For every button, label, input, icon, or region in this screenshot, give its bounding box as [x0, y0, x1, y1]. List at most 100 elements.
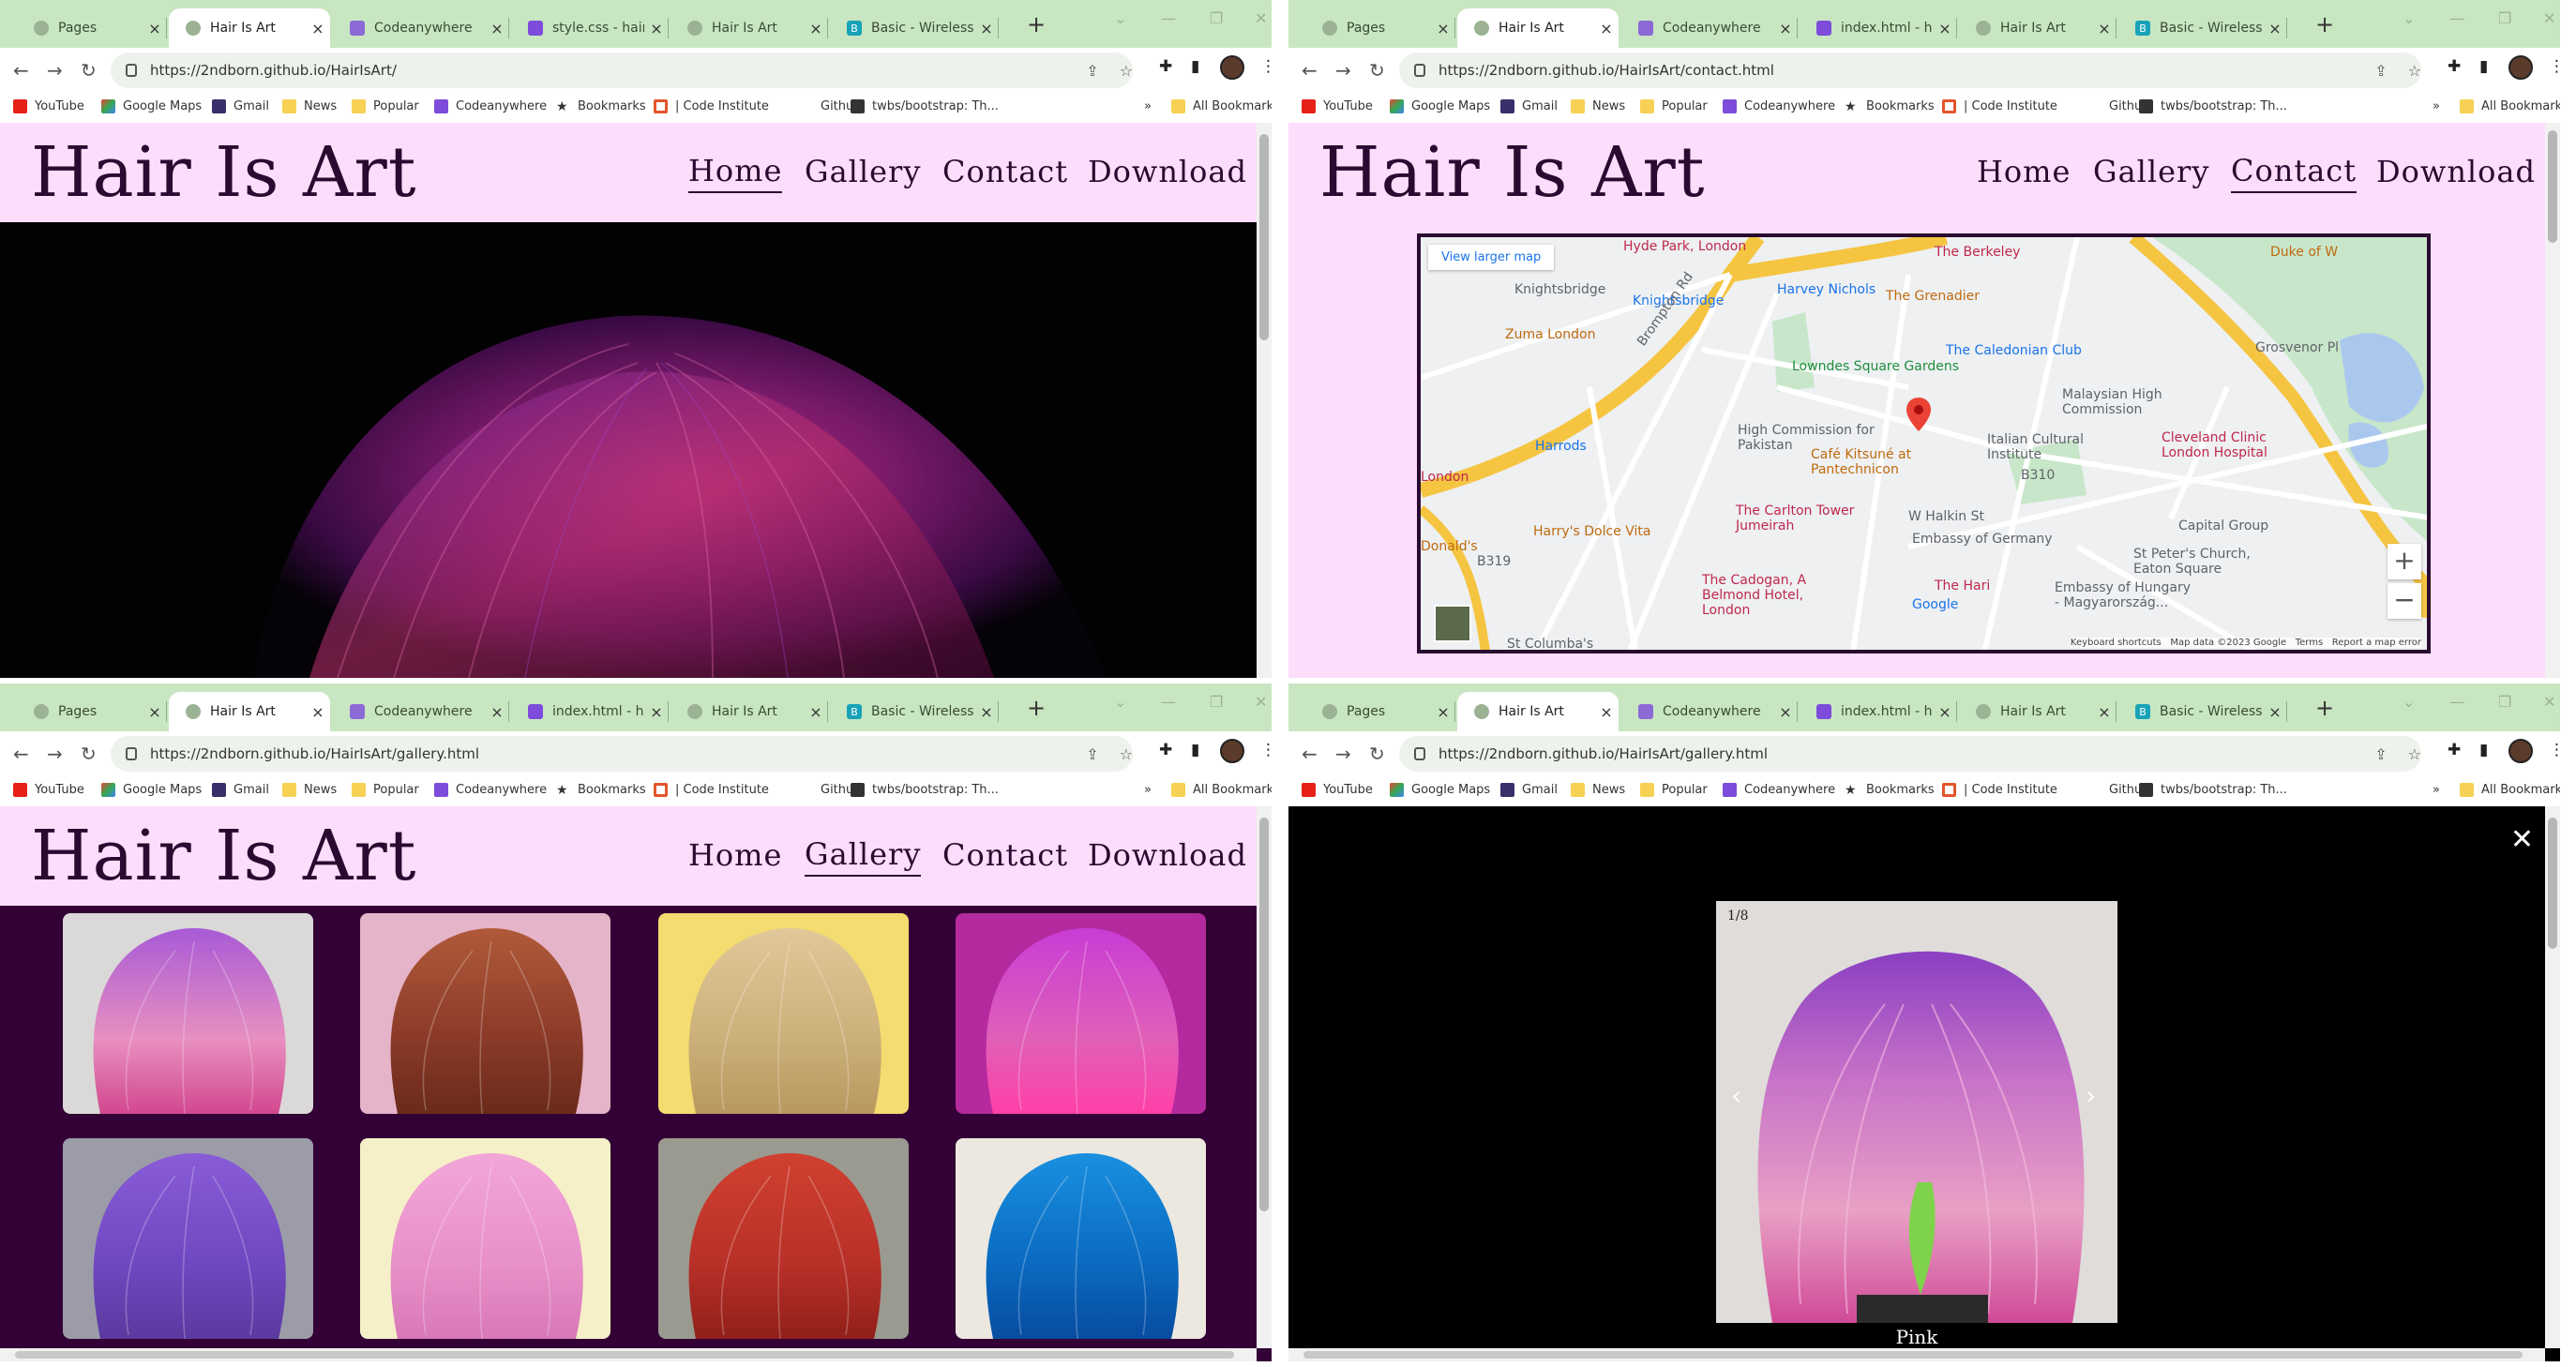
scrollbar-thumb[interactable] — [15, 1351, 1234, 1359]
minimize-icon[interactable]: — — [1161, 9, 1176, 27]
bookmark-item[interactable]: Popular — [352, 99, 419, 113]
zoom-in-button[interactable]: + — [2388, 544, 2421, 579]
map-marker-icon[interactable] — [1906, 398, 1931, 431]
browser-tab[interactable]: index.html - hair-i...× — [1800, 8, 1957, 48]
bookmark-item[interactable]: | Code Institute — [654, 783, 769, 797]
bookmark-item[interactable]: News — [282, 783, 337, 797]
bookmark-item[interactable]: Gmail — [1500, 783, 1558, 797]
close-tab-icon[interactable]: × — [804, 20, 828, 38]
profile-avatar[interactable] — [1220, 739, 1244, 763]
close-tab-icon[interactable]: × — [974, 20, 999, 38]
bookmark-item[interactable]: News — [282, 99, 337, 113]
profile-avatar[interactable] — [2508, 55, 2533, 80]
close-tab-icon[interactable]: × — [644, 20, 669, 38]
bookmark-item[interactable]: Google Maps — [101, 783, 202, 797]
bookmark-item[interactable]: YouTube — [13, 783, 84, 797]
bookmark-star-icon[interactable]: ☆ — [2408, 745, 2421, 763]
close-tab-icon[interactable]: × — [804, 703, 828, 721]
close-tab-icon[interactable]: × — [143, 20, 167, 38]
report-map-error-link[interactable]: Report a map error — [2332, 638, 2421, 648]
bookmark-item[interactable]: Codeanywhere — [1723, 99, 1835, 113]
more-bookmarks-icon[interactable]: » — [2433, 99, 2440, 113]
share-icon[interactable]: ⇪ — [1086, 745, 1098, 763]
browser-tab[interactable]: Codeanywhere × — [1621, 692, 1798, 731]
minimize-icon[interactable]: — — [2449, 9, 2464, 27]
nav-link-contact[interactable]: Contact — [2231, 123, 2358, 222]
browser-tab[interactable]: Codeanywhere × — [333, 8, 509, 48]
forward-icon[interactable]: → — [47, 743, 63, 765]
browser-tab[interactable]: Codeanywhere × — [333, 692, 509, 731]
bookmark-item[interactable]: Google Maps — [1390, 783, 1490, 797]
gallery-thumbnail[interactable] — [360, 1138, 610, 1339]
restore-icon[interactable]: ❐ — [1210, 9, 1223, 27]
close-tab-icon[interactable]: × — [306, 703, 330, 721]
bookmark-item[interactable]: Popular — [1640, 783, 1708, 797]
bookmark-item[interactable]: YouTube — [1302, 783, 1373, 797]
extensions-icon[interactable]: ✚ — [1159, 741, 1172, 759]
gallery-thumbnail[interactable] — [63, 913, 313, 1114]
gallery-thumbnail[interactable] — [658, 913, 909, 1114]
site-logo[interactable]: Hair Is Art — [31, 806, 417, 906]
bookmark-item[interactable]: | Code Institute — [1942, 99, 2057, 113]
bookmark-item[interactable]: Google Maps — [101, 99, 202, 113]
bookmark-item[interactable]: YouTube — [1302, 99, 1373, 113]
close-tab-icon[interactable]: × — [1431, 703, 1455, 721]
bookmark-item[interactable]: Codeanywhere — [434, 99, 547, 113]
bookmark-item[interactable]: All Bookmarks — [2460, 783, 2560, 797]
sidepanel-icon[interactable]: ▮ — [2479, 741, 2488, 759]
close-icon[interactable]: ✕ — [2510, 823, 2534, 856]
browser-tab[interactable]: Pages × — [1305, 692, 1455, 731]
nav-link-gallery[interactable]: Gallery — [805, 123, 921, 222]
browser-tab[interactable]: Hair Is Art × — [169, 8, 330, 48]
close-tab-icon[interactable]: × — [2092, 703, 2117, 721]
sidepanel-icon[interactable]: ▮ — [2479, 57, 2488, 76]
nav-link-download[interactable]: Download — [1088, 123, 1247, 222]
bookmark-star-icon[interactable]: ☆ — [2408, 62, 2421, 80]
browser-tab[interactable]: Hair Is Art × — [670, 8, 828, 48]
browser-tab[interactable]: Pages × — [17, 8, 167, 48]
more-bookmarks-icon[interactable]: » — [2433, 783, 2440, 797]
close-tab-icon[interactable]: × — [143, 703, 167, 721]
browser-tab[interactable]: Hair Is Art × — [1959, 8, 2117, 48]
bookmark-item[interactable]: twbs/bootstrap: Th... — [2139, 99, 2287, 113]
close-tab-icon[interactable]: × — [1594, 703, 1619, 721]
bookmark-item[interactable]: All Bookmarks — [2460, 99, 2560, 113]
site-logo[interactable]: Hair Is Art — [1319, 123, 1706, 222]
browser-tab[interactable]: B Basic - Wireless × — [2118, 692, 2287, 731]
bookmark-item[interactable]: Gmail — [1500, 99, 1558, 113]
bookmark-star-icon[interactable]: ☆ — [1120, 62, 1133, 80]
google-map[interactable]: View larger map Hyde Park, London The Ber… — [1417, 233, 2431, 653]
url-text[interactable]: https://2ndborn.github.io/HairIsArt/gall… — [1439, 745, 2354, 762]
nav-link-home[interactable]: Home — [1977, 123, 2071, 222]
bookmark-star-icon[interactable]: ☆ — [1120, 745, 1133, 763]
share-icon[interactable]: ⇪ — [2374, 745, 2387, 763]
browser-tab[interactable]: style.css - hair-is-...× — [511, 8, 669, 48]
scrollbar-thumb[interactable] — [1259, 134, 1269, 340]
close-tab-icon[interactable]: × — [1594, 20, 1619, 38]
bookmark-item[interactable]: All Bookmarks — [1171, 99, 1272, 113]
nav-link-home[interactable]: Home — [688, 806, 782, 906]
minimize-icon[interactable]: — — [2449, 693, 2464, 711]
close-tab-icon[interactable]: × — [1431, 20, 1455, 38]
browser-tab[interactable]: Codeanywhere × — [1621, 8, 1798, 48]
vertical-scrollbar[interactable] — [1257, 806, 1272, 1348]
nav-link-gallery[interactable]: Gallery — [2093, 123, 2209, 222]
bookmark-item[interactable]: News — [1571, 783, 1625, 797]
nav-link-home[interactable]: Home — [688, 123, 783, 222]
bookmark-item[interactable]: ★ Bookmarks — [1845, 99, 1935, 114]
close-tab-icon[interactable]: × — [1773, 20, 1798, 38]
browser-tab[interactable]: Hair Is Art × — [1959, 692, 2117, 731]
extensions-icon[interactable]: ✚ — [2448, 741, 2461, 759]
nav-link-download[interactable]: Download — [2376, 123, 2536, 222]
bookmark-item[interactable]: Gmail — [212, 99, 269, 113]
url-text[interactable]: https://2ndborn.github.io/HairIsArt/cont… — [1439, 62, 2354, 79]
scrollbar-thumb[interactable] — [2548, 818, 2557, 949]
bookmark-item[interactable]: ★ Bookmarks — [556, 99, 646, 114]
sidepanel-icon[interactable]: ▮ — [1191, 741, 1199, 759]
browser-tab[interactable]: Pages × — [1305, 8, 1455, 48]
extensions-icon[interactable]: ✚ — [1159, 57, 1172, 76]
browser-tab[interactable]: Hair Is Art × — [1457, 8, 1619, 48]
site-info-icon[interactable] — [126, 64, 137, 77]
profile-avatar[interactable] — [1220, 55, 1244, 80]
extensions-icon[interactable]: ✚ — [2448, 57, 2461, 76]
